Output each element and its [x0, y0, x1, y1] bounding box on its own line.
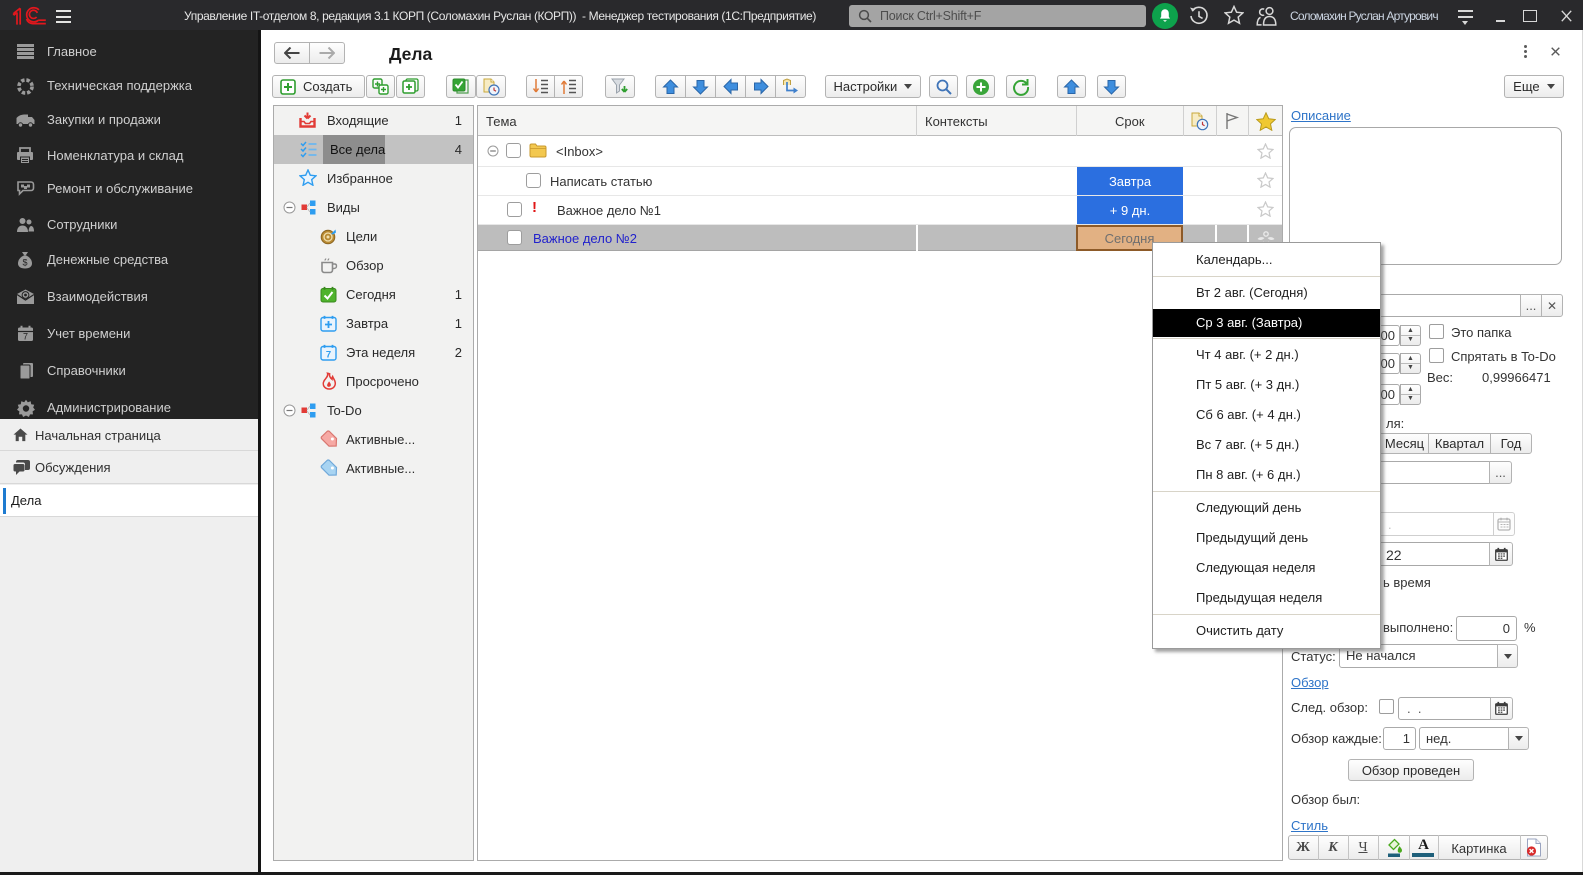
- svg-text:7: 7: [23, 331, 28, 341]
- svg-text:$: $: [22, 258, 27, 268]
- svg-text:7: 7: [326, 350, 331, 361]
